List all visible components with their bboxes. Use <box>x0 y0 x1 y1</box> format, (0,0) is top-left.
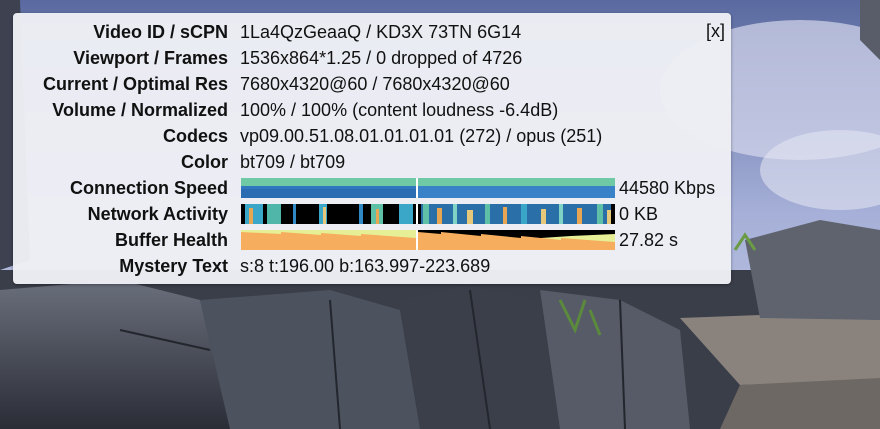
row-value: 7680x4320@60 / 7680x4320@60 <box>240 74 510 94</box>
connection-speed-value: 44580 Kbps <box>619 178 716 198</box>
row-label: Current / Optimal Res <box>42 74 228 94</box>
row-value: vp09.00.51.08.01.01.01.01 (272) / opus (… <box>240 126 603 146</box>
row-label: Viewport / Frames <box>73 48 228 68</box>
row-value: 1536x864*1.25 / 0 dropped of 4726 <box>240 48 523 68</box>
stats-for-nerds-panel: [x] Video ID / sCPN 1La4QzGeaaQ / KD3X 7… <box>13 13 731 284</box>
row-label: Video ID / sCPN <box>93 22 228 42</box>
row-label: Buffer Health <box>114 230 228 250</box>
buffer-health-graph <box>241 230 615 250</box>
row-value: s:8 t:196.00 b:163.997-223.689 <box>240 256 491 276</box>
row-label: Connection Speed <box>69 178 228 198</box>
row-value: 100% / 100% (content loudness -6.4dB) <box>240 100 559 120</box>
row-viewport-frames: Viewport / Frames 1536x864*1.25 / 0 drop… <box>13 45 731 71</box>
row-label: Color <box>181 152 228 172</box>
network-activity-graph <box>241 204 615 224</box>
row-codecs: Codecs vp09.00.51.08.01.01.01.01 (272) /… <box>13 123 731 149</box>
buffer-health-value: 27.82 s <box>619 230 679 250</box>
row-connection-speed: Connection Speed 44580 Kbps <box>13 175 731 201</box>
row-label: Mystery Text <box>119 256 228 276</box>
row-video-id: Video ID / sCPN 1La4QzGeaaQ / KD3X 73TN … <box>13 19 731 45</box>
row-color: Color bt709 / bt709 <box>13 149 731 175</box>
row-label: Network Activity <box>87 204 228 224</box>
row-buffer-health: Buffer Health 27.82 s <box>13 227 731 253</box>
connection-speed-graph <box>241 178 615 198</box>
row-volume: Volume / Normalized 100% / 100% (content… <box>13 97 731 123</box>
row-value: 1La4QzGeaaQ / KD3X 73TN 6G14 <box>240 22 522 42</box>
row-label: Volume / Normalized <box>52 100 228 120</box>
connection-speed-top-band <box>241 178 615 186</box>
network-activity-value: 0 KB <box>619 204 659 224</box>
row-label: Codecs <box>162 126 228 146</box>
row-value: bt709 / bt709 <box>240 152 346 172</box>
row-network-activity: Network Activity 0 KB <box>13 201 731 227</box>
row-mystery-text: Mystery Text s:8 t:196.00 b:163.997-223.… <box>13 253 731 279</box>
row-resolution: Current / Optimal Res 7680x4320@60 / 768… <box>13 71 731 97</box>
